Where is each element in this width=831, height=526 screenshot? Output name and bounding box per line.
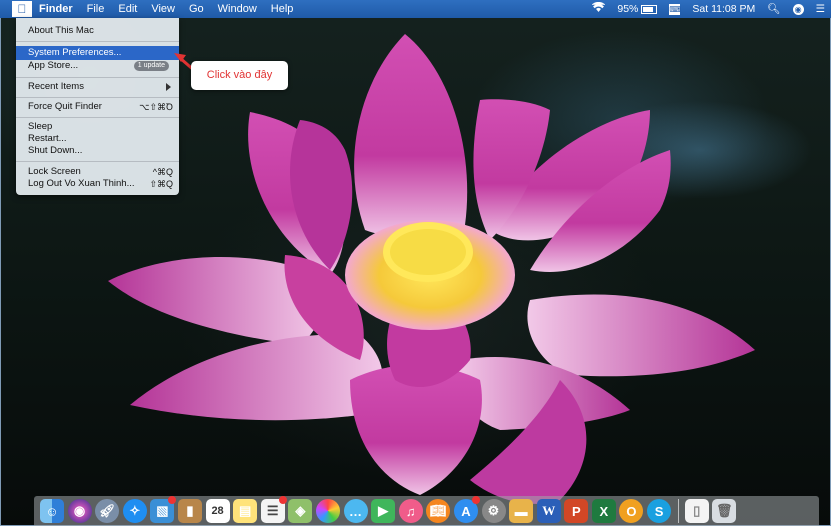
update-badge: 1 update (133, 61, 169, 71)
battery-status[interactable]: 95% (611, 0, 663, 18)
menu-separator (16, 117, 179, 118)
menu-help[interactable]: Help (264, 0, 301, 18)
about-label: About This Mac (28, 25, 94, 36)
battery-percent: 95% (617, 3, 639, 15)
notification-center-icon[interactable]: ☰ (810, 0, 831, 18)
apple-menu: About This Mac System Preferences... App… (16, 18, 179, 195)
system-preferences-label: System Preferences... (28, 47, 122, 58)
status-area: 95% ⌨ Sat 11:08 PM 🔍︎ ◉ ☰ (586, 0, 831, 18)
microsoft-powerpoint-icon[interactable]: P (564, 499, 589, 523)
menu-finder[interactable]: Finder (32, 0, 80, 18)
app-store-label: App Store... (28, 60, 79, 71)
shut-down-label: Shut Down... (28, 145, 83, 156)
app-store-icon[interactable]: A (453, 496, 480, 523)
battery-icon (641, 4, 658, 14)
siri-dock-icon[interactable]: ◉ (67, 499, 92, 523)
finder-icon[interactable]: ☺ (40, 499, 64, 523)
menu-separator (16, 77, 179, 78)
messages-icon[interactable]: … (343, 499, 368, 523)
word-letter: W (542, 503, 556, 518)
menu-view[interactable]: View (144, 0, 182, 18)
notification-badge (168, 496, 177, 504)
spotlight-search-icon[interactable]: 🔍︎ (761, 0, 786, 18)
menu-go[interactable]: Go (182, 0, 211, 18)
menu-edit[interactable]: Edit (111, 0, 144, 18)
outlook-letter: O (626, 503, 637, 519)
menu-bar:  Finder File Edit View Go Window Help 9… (0, 0, 831, 18)
notification-badge (278, 496, 287, 504)
menu-separator (16, 41, 179, 42)
system-preferences-icon[interactable]: ⚙ (481, 499, 506, 523)
menu-window[interactable]: Window (211, 0, 264, 18)
safari-icon[interactable]: ✧ (122, 499, 147, 523)
menu-item-about-this-mac[interactable]: About This Mac (16, 24, 179, 38)
photo-browser-icon[interactable]: ▧ (150, 496, 177, 523)
log-out-shortcut: ⇧⌘Q (149, 179, 173, 189)
contacts-icon[interactable]: ▮ (177, 499, 202, 523)
menu-separator (16, 161, 179, 162)
menu-item-recent-items[interactable]: Recent Items (16, 80, 179, 94)
powerpoint-letter: P (571, 503, 581, 519)
calendar-day: 28 (211, 505, 224, 517)
annotation-callout: Click vào đây (191, 61, 288, 90)
clock[interactable]: Sat 11:08 PM (686, 0, 761, 18)
input-source-icon[interactable]: ⌨ (663, 0, 686, 18)
photos-icon[interactable] (315, 499, 340, 523)
dock-separator (677, 499, 679, 523)
trash-icon[interactable]: 🗑︎ (712, 499, 737, 523)
facetime-icon[interactable]: ▶ (371, 499, 396, 523)
notes-icon[interactable]: ▤ (233, 499, 258, 523)
apple-icon[interactable]:  (12, 1, 32, 17)
launchpad-icon[interactable]: 🚀︎ (95, 499, 120, 523)
excel-letter: X (599, 503, 609, 519)
menu-item-app-store[interactable]: App Store... 1 update (16, 59, 179, 73)
menu-separator (16, 97, 179, 98)
force-quit-label: Force Quit Finder (28, 101, 102, 112)
document-icon[interactable]: ▯ (684, 499, 709, 523)
menu-item-shut-down[interactable]: Shut Down... (16, 144, 179, 158)
submenu-arrow-icon (166, 83, 171, 91)
force-quit-shortcut: ⌥⇧⌘Ꝺ (139, 102, 173, 112)
menu-item-system-preferences[interactable]: System Preferences... (16, 46, 179, 60)
menu-item-force-quit[interactable]: Force Quit Finder ⌥⇧⌘Ꝺ (16, 100, 179, 114)
microsoft-word-icon[interactable]: W (536, 499, 561, 523)
microsoft-outlook-icon[interactable]: O (619, 499, 644, 523)
notification-badge (471, 496, 480, 504)
log-out-label: Log Out Vo Xuan Thinh... (28, 178, 135, 189)
menu-item-log-out[interactable]: Log Out Vo Xuan Thinh... ⇧⌘Q (16, 177, 179, 191)
menu-file[interactable]: File (80, 0, 112, 18)
siri-icon[interactable]: ◉ (787, 0, 810, 18)
wifi-icon[interactable] (586, 0, 611, 18)
itunes-icon[interactable]: ♫ (398, 499, 423, 523)
skype-icon[interactable]: S (647, 499, 672, 523)
ibooks-icon[interactable]: 📖︎ (426, 499, 451, 523)
reminders-icon[interactable]: ☰ (260, 496, 287, 523)
recent-items-label: Recent Items (28, 81, 84, 92)
microsoft-excel-icon[interactable]: X (591, 499, 616, 523)
folder-icon[interactable]: ▬ (509, 499, 534, 523)
calendar-icon[interactable]: 28 (205, 499, 230, 523)
skype-letter: S (654, 503, 664, 519)
dock: ☺ ◉ 🚀︎ ✧ ▧ ▮ 28 ▤ ☰ ◈ … ▶ ♫ 📖︎ A ⚙ ▬ W P… (34, 496, 819, 526)
maps-icon[interactable]: ◈ (288, 499, 313, 523)
